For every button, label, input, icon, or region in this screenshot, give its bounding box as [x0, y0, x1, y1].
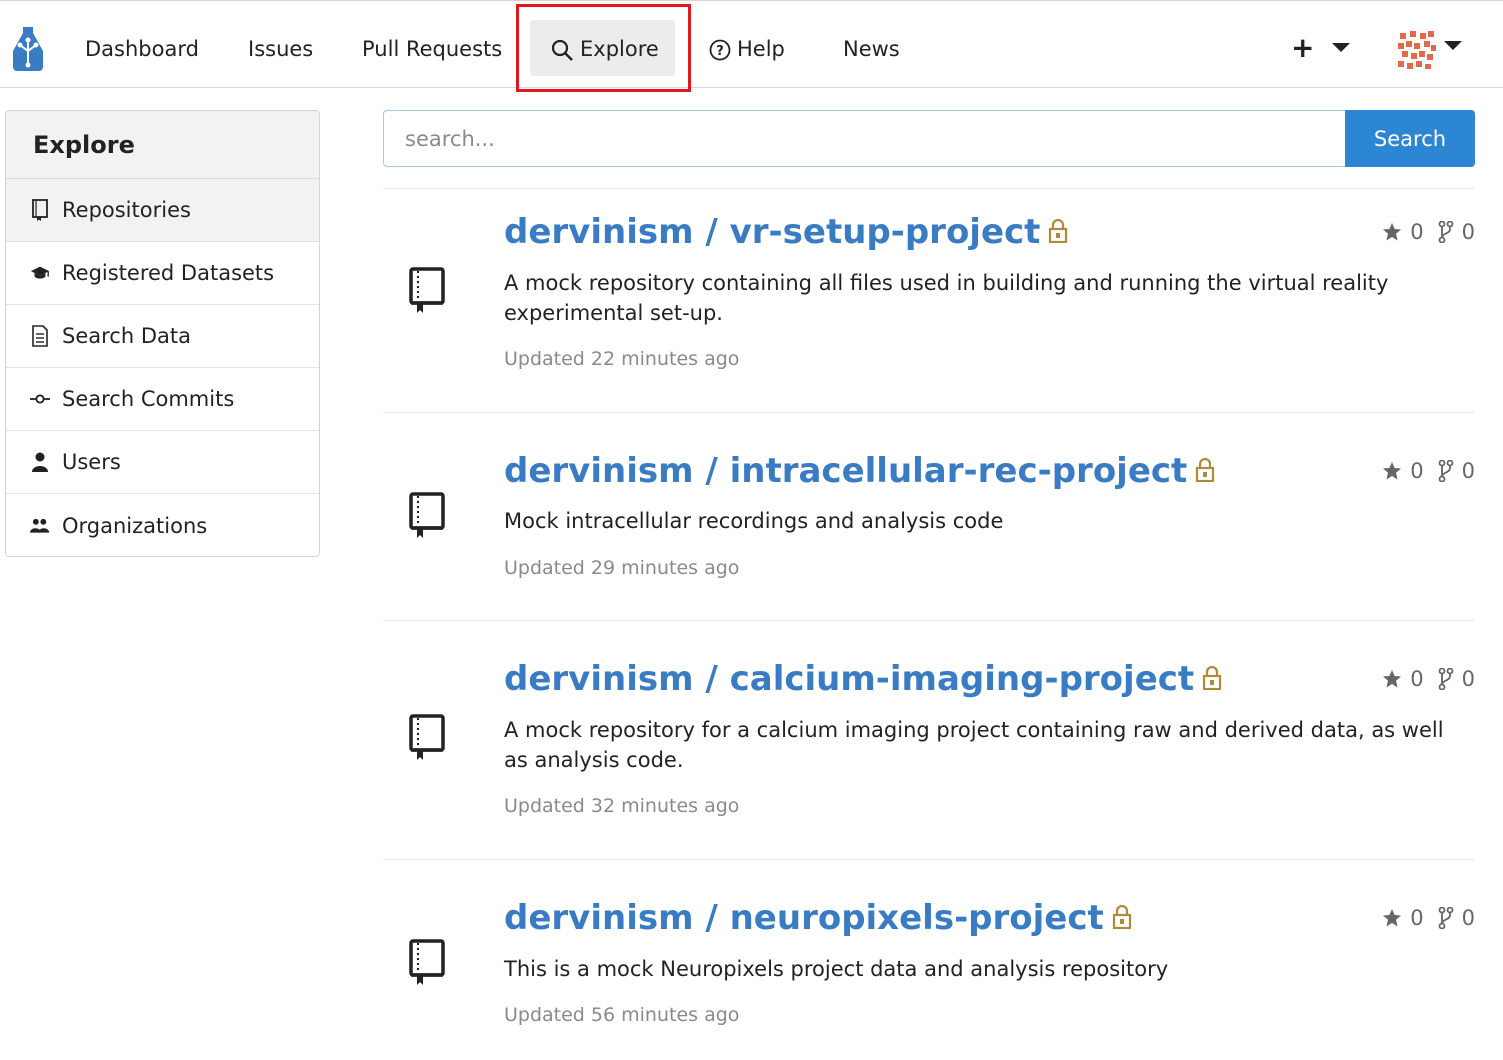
graduation-cap-icon [30, 262, 50, 284]
lock-icon [1112, 904, 1131, 929]
star-icon[interactable] [1382, 461, 1402, 481]
user-dropdown-caret-icon[interactable] [1444, 41, 1462, 50]
repo-book-icon [409, 267, 445, 313]
repo-title-text: dervinism / neuropixels-project [504, 898, 1104, 938]
commit-icon [30, 388, 50, 410]
lock-icon [1049, 218, 1068, 243]
star-icon[interactable] [1382, 908, 1402, 928]
repo-stats: 0 0 [1382, 220, 1475, 244]
repo-item: dervinism / neuropixels-project 0 0 This… [383, 896, 1475, 1046]
repo-book-icon [409, 714, 445, 760]
repo-updated: Updated 32 minutes ago [504, 795, 740, 817]
nav-news[interactable]: News [843, 31, 900, 67]
repo-item: dervinism / intracellular-rec-project 0 … [383, 449, 1475, 599]
fork-icon[interactable] [1438, 221, 1454, 243]
user-avatar[interactable] [1396, 29, 1438, 71]
lock-icon [1203, 665, 1222, 690]
star-icon[interactable] [1382, 222, 1402, 242]
repo-title-text: dervinism / calcium-imaging-project [504, 659, 1195, 699]
repo-stats: 0 0 [1382, 459, 1475, 483]
star-icon[interactable] [1382, 669, 1402, 689]
repo-item: dervinism / vr-setup-project 0 0 A mock … [383, 210, 1475, 390]
repo-title-link[interactable]: dervinism / vr-setup-project [504, 210, 1068, 254]
repo-title-text: dervinism / intracellular-rec-project [504, 451, 1188, 491]
repo-description: A mock repository for a calcium imaging … [504, 718, 1444, 772]
repo-description: Mock intracellular recordings and analys… [504, 509, 1004, 533]
divider [383, 620, 1475, 621]
fork-count: 0 [1461, 667, 1475, 691]
fork-count: 0 [1461, 220, 1475, 244]
nav-dashboard[interactable]: Dashboard [85, 31, 199, 67]
repo-book-icon [409, 492, 445, 538]
sidebar-item-registered-datasets[interactable]: Registered Datasets [6, 242, 319, 305]
question-circle-icon: ? [709, 39, 731, 61]
sidebar-item-label: Organizations [62, 513, 208, 538]
fork-count: 0 [1461, 906, 1475, 930]
search-input[interactable] [383, 110, 1345, 167]
search-button[interactable]: Search [1345, 110, 1475, 167]
create-dropdown-caret-icon[interactable] [1332, 43, 1350, 52]
divider [383, 188, 1475, 189]
star-count: 0 [1410, 220, 1424, 244]
star-count: 0 [1410, 906, 1424, 930]
nav-help-label: Help [737, 37, 785, 61]
create-new-icon[interactable]: + [1291, 31, 1314, 65]
sidebar-item-label: Repositories [62, 198, 191, 222]
nav-explore-label: Explore [580, 37, 659, 61]
divider [383, 412, 1475, 413]
repo-updated: Updated 22 minutes ago [504, 348, 740, 370]
star-count: 0 [1410, 667, 1424, 691]
repo-stats: 0 0 [1382, 906, 1475, 930]
fork-icon[interactable] [1438, 460, 1454, 482]
repo-stats: 0 0 [1382, 667, 1475, 691]
nav-help[interactable]: ? Help [709, 31, 785, 67]
sidebar-item-users[interactable]: Users [6, 431, 319, 494]
repo-description: This is a mock Neuropixels project data … [504, 957, 1169, 981]
search-icon [551, 39, 573, 61]
repo-book-icon [409, 939, 445, 985]
explore-sidebar: Explore Repositories Registered Datasets… [5, 110, 320, 557]
file-text-icon [30, 325, 50, 347]
sidebar-item-repositories[interactable]: Repositories [6, 179, 319, 242]
nav-issues[interactable]: Issues [248, 31, 313, 67]
nav-explore[interactable]: Explore [550, 31, 659, 67]
book-icon [30, 199, 50, 221]
sidebar-item-organizations[interactable]: Organizations [6, 494, 319, 556]
lock-icon [1196, 457, 1215, 482]
gin-logo-icon[interactable] [9, 23, 47, 73]
sidebar-item-search-data[interactable]: Search Data [6, 305, 319, 368]
repo-item: dervinism / calcium-imaging-project 0 0 … [383, 657, 1475, 837]
divider [383, 859, 1475, 860]
nav-pull-requests[interactable]: Pull Requests [362, 31, 502, 67]
sidebar-item-label: Search Data [62, 324, 191, 348]
repo-title-link[interactable]: dervinism / neuropixels-project [504, 896, 1132, 940]
sidebar-item-label: Users [62, 450, 121, 474]
repo-title-link[interactable]: dervinism / intracellular-rec-project [504, 449, 1215, 493]
users-icon [30, 515, 50, 537]
sidebar-item-label: Registered Datasets [62, 261, 275, 285]
repo-title-link[interactable]: dervinism / calcium-imaging-project [504, 657, 1222, 701]
sidebar-item-label: Search Commits [62, 387, 235, 411]
fork-icon[interactable] [1438, 668, 1454, 690]
repo-updated: Updated 29 minutes ago [504, 557, 740, 579]
fork-count: 0 [1461, 459, 1475, 483]
sidebar-item-search-commits[interactable]: Search Commits [6, 368, 319, 431]
repo-description: A mock repository containing all files u… [504, 271, 1389, 325]
repo-title-text: dervinism / vr-setup-project [504, 212, 1041, 252]
repo-updated: Updated 56 minutes ago [504, 1004, 740, 1026]
star-count: 0 [1410, 459, 1424, 483]
fork-icon[interactable] [1438, 907, 1454, 929]
top-navbar: Dashboard Issues Pull Requests Explore ?… [0, 0, 1503, 88]
svg-text:?: ? [716, 44, 724, 59]
sidebar-header: Explore [6, 111, 319, 179]
user-icon [30, 451, 50, 473]
